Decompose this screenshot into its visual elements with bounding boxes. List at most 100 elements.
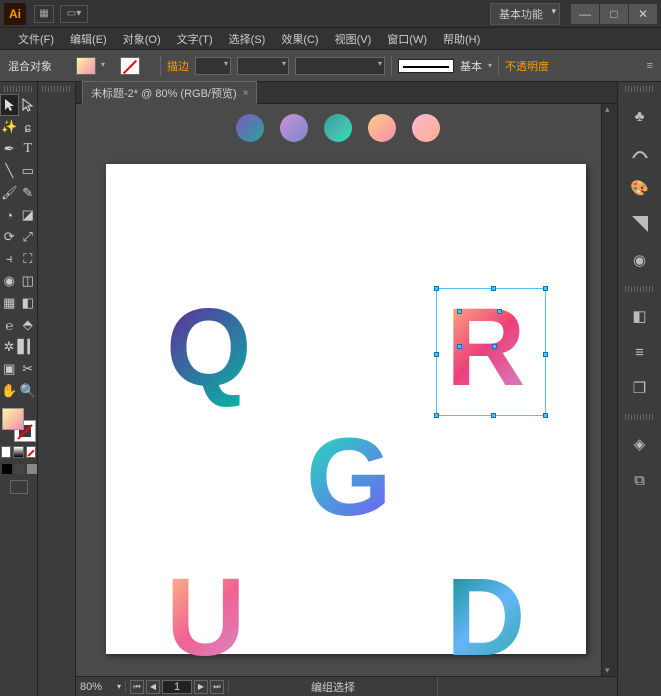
appearance-panel-icon[interactable]: ◈ xyxy=(626,430,654,458)
fill-swatch[interactable] xyxy=(76,57,96,75)
menu-effect[interactable]: 效果(C) xyxy=(273,31,326,47)
menu-file[interactable]: 文件(F) xyxy=(10,31,62,47)
anchor-handle[interactable] xyxy=(434,352,439,357)
eraser-tool[interactable]: ◪ xyxy=(19,204,38,226)
nav-prev-button[interactable]: ◀ xyxy=(146,680,160,694)
paintbrush-tool[interactable]: 🖌 xyxy=(0,182,19,204)
swatches-panel-icon[interactable]: 🎨 xyxy=(626,174,654,202)
menu-object[interactable]: 对象(O) xyxy=(115,31,169,47)
anchor-handle[interactable] xyxy=(491,286,496,291)
nav-next-button[interactable]: ▶ xyxy=(194,680,208,694)
anchor-handle[interactable] xyxy=(543,286,548,291)
panel-grip[interactable] xyxy=(42,86,72,92)
brushes-panel-icon[interactable] xyxy=(626,138,654,166)
rectangle-tool[interactable]: ▭ xyxy=(19,160,38,182)
anchor-handle[interactable] xyxy=(543,413,548,418)
symbol-sprayer-tool[interactable]: ✲ xyxy=(0,336,18,358)
line-tool[interactable]: ╲ xyxy=(0,160,19,182)
anchor-handle[interactable] xyxy=(491,413,496,418)
anchor-point[interactable] xyxy=(457,344,462,349)
panel-grip[interactable] xyxy=(625,414,655,420)
anchor-handle[interactable] xyxy=(434,286,439,291)
graphic-style-label[interactable]: 基本 xyxy=(460,58,482,74)
stroke-width-profile-dropdown[interactable] xyxy=(237,57,289,75)
width-tool[interactable]: ⫞ xyxy=(0,248,19,270)
close-button[interactable]: ✕ xyxy=(629,4,657,24)
anchor-point[interactable] xyxy=(492,344,497,349)
stroke-swatch[interactable] xyxy=(120,57,140,75)
workspace-switcher[interactable]: 基本功能 xyxy=(490,3,560,25)
blob-brush-tool[interactable]: ◔ xyxy=(0,204,19,226)
magic-wand-tool[interactable]: ✨ xyxy=(0,116,19,138)
scale-tool[interactable]: ⤢ xyxy=(19,226,38,248)
stroke-label[interactable]: 描边 xyxy=(167,58,189,74)
menu-select[interactable]: 选择(S) xyxy=(221,31,274,47)
swatch-circle-4[interactable] xyxy=(368,114,396,142)
hand-tool[interactable]: ✋ xyxy=(0,380,19,402)
selection-bounding-box[interactable] xyxy=(436,288,546,416)
anchor-handle[interactable] xyxy=(434,413,439,418)
lasso-tool[interactable]: ɕ xyxy=(19,116,38,138)
menu-window[interactable]: 窗口(W) xyxy=(379,31,435,47)
anchor-handle[interactable] xyxy=(543,352,548,357)
letter-q[interactable]: Q xyxy=(166,284,252,411)
shape-builder-tool[interactable]: ◉ xyxy=(0,270,19,292)
nav-first-button[interactable]: ⏮ xyxy=(130,680,144,694)
menu-view[interactable]: 视图(V) xyxy=(327,31,380,47)
controlbar-menu-icon[interactable]: ≡ xyxy=(647,60,653,72)
pencil-tool[interactable]: ✎ xyxy=(19,182,38,204)
gradient-tool[interactable]: ◧ xyxy=(19,292,38,314)
color-mode-none[interactable] xyxy=(26,446,36,458)
fill-color-icon[interactable] xyxy=(2,408,24,430)
swatch-circle-1[interactable] xyxy=(236,114,264,142)
free-transform-tool[interactable]: ⛶ xyxy=(19,248,38,270)
artboard-tool[interactable]: ▣ xyxy=(0,358,19,380)
horizontal-scrollbar[interactable] xyxy=(437,677,617,696)
menu-edit[interactable]: 编辑(E) xyxy=(62,31,115,47)
pen-tool[interactable]: ✒ xyxy=(0,138,19,160)
swatch-circle-3[interactable] xyxy=(324,114,352,142)
direct-selection-tool[interactable] xyxy=(19,94,38,116)
zoom-tool[interactable]: 🔍 xyxy=(19,380,38,402)
stroke-panel-icon[interactable]: ◉ xyxy=(626,246,654,274)
graph-tool[interactable]: ▋▎ xyxy=(18,336,37,358)
swatch-circle-2[interactable] xyxy=(280,114,308,142)
vertical-scrollbar[interactable] xyxy=(601,104,617,676)
draw-mode-inside[interactable] xyxy=(27,464,37,474)
swatch-circle-5[interactable] xyxy=(412,114,440,142)
mesh-tool[interactable]: ▦ xyxy=(0,292,19,314)
selection-tool[interactable] xyxy=(0,94,19,116)
type-tool[interactable]: T xyxy=(19,138,38,160)
maximize-button[interactable]: □ xyxy=(600,4,628,24)
opacity-label[interactable]: 不透明度 xyxy=(505,58,549,74)
gradient-panel-icon[interactable]: ◧ xyxy=(626,302,654,330)
layers-panel-icon[interactable]: ⧉ xyxy=(626,466,654,494)
letter-g[interactable]: G xyxy=(306,414,392,541)
blend-tool[interactable]: ⬘ xyxy=(19,314,38,336)
close-tab-icon[interactable]: × xyxy=(243,88,249,99)
anchor-point[interactable] xyxy=(497,309,502,314)
brush-dropdown[interactable] xyxy=(295,57,385,75)
nav-last-button[interactable]: ⏭ xyxy=(210,680,224,694)
canvas[interactable]: Q R G U D xyxy=(76,104,617,676)
menu-help[interactable]: 帮助(H) xyxy=(435,31,488,47)
eyedropper-tool[interactable]: ℮ xyxy=(0,314,19,336)
color-mode-solid[interactable] xyxy=(1,446,11,458)
anchor-point[interactable] xyxy=(457,309,462,314)
zoom-level[interactable]: 80%▾ xyxy=(76,681,126,693)
align-panel-icon[interactable]: ≡ xyxy=(626,338,654,366)
draw-mode-normal[interactable] xyxy=(2,464,12,474)
color-mode-gradient[interactable] xyxy=(13,446,23,458)
stroke-weight-dropdown[interactable] xyxy=(195,57,231,75)
menu-type[interactable]: 文字(T) xyxy=(169,31,221,47)
artboard[interactable]: Q R G U D xyxy=(106,164,586,654)
titlebar-docgrid-button[interactable]: ▦ xyxy=(34,5,54,23)
draw-mode-behind[interactable] xyxy=(15,464,25,474)
minimize-button[interactable]: ― xyxy=(571,4,599,24)
transform-panel-icon[interactable]: ❐ xyxy=(626,374,654,402)
rotate-tool[interactable]: ⟳ xyxy=(0,226,19,248)
panel-grip[interactable] xyxy=(4,86,34,92)
document-tab[interactable]: 未标题-2* @ 80% (RGB/预览) × xyxy=(82,81,257,104)
fill-stroke-indicator[interactable] xyxy=(2,408,36,442)
screen-mode-button[interactable] xyxy=(10,480,28,494)
